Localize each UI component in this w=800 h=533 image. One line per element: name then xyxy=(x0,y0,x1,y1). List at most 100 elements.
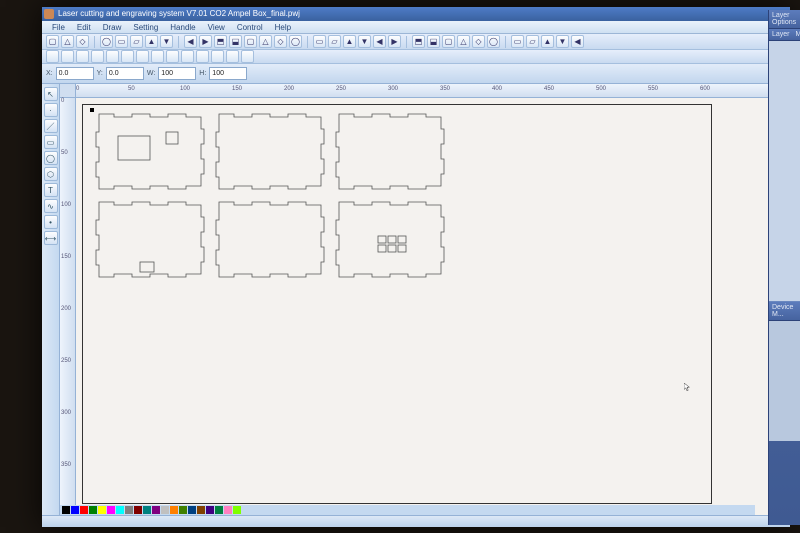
tool2-2[interactable] xyxy=(76,50,89,63)
dist-v-button[interactable]: ▭ xyxy=(313,35,326,48)
tool2-6[interactable] xyxy=(136,50,149,63)
dim-tool[interactable]: ⟷ xyxy=(44,231,58,245)
align-c-button[interactable]: ⬒ xyxy=(214,35,227,48)
color-swatch[interactable] xyxy=(98,506,106,514)
obj-button[interactable]: ◀ xyxy=(184,35,197,48)
new-button[interactable]: ▢ xyxy=(46,35,59,48)
color-swatch[interactable] xyxy=(116,506,124,514)
polygon-tool[interactable]: ⬡ xyxy=(44,167,58,181)
color-swatch[interactable] xyxy=(143,506,151,514)
color-swatch[interactable] xyxy=(197,506,205,514)
paste-button[interactable]: ▼ xyxy=(160,35,173,48)
h-input[interactable]: 100 xyxy=(209,67,247,80)
left-toolbar: ↖ · ／ ▭ ◯ ⬡ T ∿ • ⟷ xyxy=(42,84,60,515)
tool2-8[interactable] xyxy=(166,50,179,63)
title-bar[interactable]: Laser cutting and engraving system V7.01… xyxy=(42,7,790,21)
node-tool[interactable]: · xyxy=(44,103,58,117)
align-r-button[interactable]: ⬓ xyxy=(229,35,242,48)
menu-handle[interactable]: Handle xyxy=(164,21,201,34)
menu-setting[interactable]: Setting xyxy=(127,21,164,34)
tool2-10[interactable] xyxy=(196,50,209,63)
align-b-button[interactable]: ◇ xyxy=(274,35,287,48)
color-swatch[interactable] xyxy=(62,506,70,514)
redo-button[interactable]: ▭ xyxy=(115,35,128,48)
color-swatch[interactable] xyxy=(224,506,232,514)
measure-button[interactable]: ▲ xyxy=(541,35,554,48)
zoom-out-button[interactable]: ▢ xyxy=(442,35,455,48)
save-button[interactable]: ◇ xyxy=(76,35,89,48)
device-section-header[interactable]: Device M... xyxy=(769,301,800,321)
point-tool[interactable]: • xyxy=(44,215,58,229)
menu-control[interactable]: Control xyxy=(231,21,269,34)
color-swatch[interactable] xyxy=(134,506,142,514)
group-button[interactable]: ▱ xyxy=(328,35,341,48)
layer-list[interactable] xyxy=(769,41,800,301)
work-area: ↖·／▭◯⬡T∿•⟷ 05010015020025030035040045050… xyxy=(42,84,790,515)
tool2-13[interactable] xyxy=(241,50,254,63)
color-swatch[interactable] xyxy=(170,506,178,514)
tool2-7[interactable] xyxy=(151,50,164,63)
w-input[interactable]: 100 xyxy=(158,67,196,80)
h-tick: 550 xyxy=(648,86,658,92)
snap-button[interactable]: ▭ xyxy=(511,35,524,48)
tool2-4[interactable] xyxy=(106,50,119,63)
app-window: Laser cutting and engraving system V7.01… xyxy=(42,7,790,527)
text-button[interactable]: ▼ xyxy=(556,35,569,48)
lock-button[interactable]: ⬒ xyxy=(412,35,425,48)
status-bar xyxy=(42,515,790,527)
ellipse-tool[interactable]: ◯ xyxy=(44,151,58,165)
line-tool[interactable]: ／ xyxy=(44,119,58,133)
y-input[interactable]: 0.0 xyxy=(106,67,144,80)
tool2-0[interactable] xyxy=(46,50,59,63)
x-input[interactable]: 0.0 xyxy=(56,67,94,80)
zoom-in-button[interactable]: ⬓ xyxy=(427,35,440,48)
dist-h-button[interactable]: ◯ xyxy=(289,35,302,48)
device-controls[interactable] xyxy=(769,321,800,441)
menu-view[interactable]: View xyxy=(202,21,231,34)
rotate-button[interactable]: ▶ xyxy=(388,35,401,48)
menu-help[interactable]: Help xyxy=(269,21,297,34)
color-swatch[interactable] xyxy=(215,506,223,514)
mirror-v-button[interactable]: ◀ xyxy=(373,35,386,48)
mirror-h-button[interactable]: ▼ xyxy=(358,35,371,48)
color-swatch[interactable] xyxy=(161,506,169,514)
cut-button[interactable]: ▱ xyxy=(130,35,143,48)
ungroup-button[interactable]: ▲ xyxy=(343,35,356,48)
v-tick: 150 xyxy=(61,254,71,260)
text-tool[interactable]: T xyxy=(44,183,58,197)
design-canvas[interactable] xyxy=(76,98,790,515)
align-l-button[interactable]: ▶ xyxy=(199,35,212,48)
tool2-3[interactable] xyxy=(91,50,104,63)
tool2-9[interactable] xyxy=(181,50,194,63)
menu-edit[interactable]: Edit xyxy=(71,21,97,34)
menu-file[interactable]: File xyxy=(46,21,71,34)
grid-button[interactable]: ◯ xyxy=(487,35,500,48)
tool2-1[interactable] xyxy=(61,50,74,63)
zoom-fit-button[interactable]: △ xyxy=(457,35,470,48)
pan-button[interactable]: ▱ xyxy=(526,35,539,48)
zoom-sel-button[interactable]: ◇ xyxy=(472,35,485,48)
align-t-button[interactable]: ▢ xyxy=(244,35,257,48)
color-swatch[interactable] xyxy=(188,506,196,514)
copy-button[interactable]: ▲ xyxy=(145,35,158,48)
color-swatch[interactable] xyxy=(179,506,187,514)
tool2-11[interactable] xyxy=(211,50,224,63)
rect-tool[interactable]: ▭ xyxy=(44,135,58,149)
color-swatch[interactable] xyxy=(107,506,115,514)
open-button[interactable]: △ xyxy=(61,35,74,48)
undo-button[interactable]: ◯ xyxy=(100,35,113,48)
color-swatch[interactable] xyxy=(233,506,241,514)
color-swatch[interactable] xyxy=(71,506,79,514)
tool2-12[interactable] xyxy=(226,50,239,63)
select-tool[interactable]: ↖ xyxy=(44,87,58,101)
align-m-button[interactable]: △ xyxy=(259,35,272,48)
color-swatch[interactable] xyxy=(89,506,97,514)
color-swatch[interactable] xyxy=(152,506,160,514)
color-swatch[interactable] xyxy=(125,506,133,514)
color-swatch[interactable] xyxy=(206,506,214,514)
color-swatch[interactable] xyxy=(80,506,88,514)
menu-draw[interactable]: Draw xyxy=(97,21,128,34)
bezier-tool[interactable]: ∿ xyxy=(44,199,58,213)
settings-button[interactable]: ◀ xyxy=(571,35,584,48)
tool2-5[interactable] xyxy=(121,50,134,63)
